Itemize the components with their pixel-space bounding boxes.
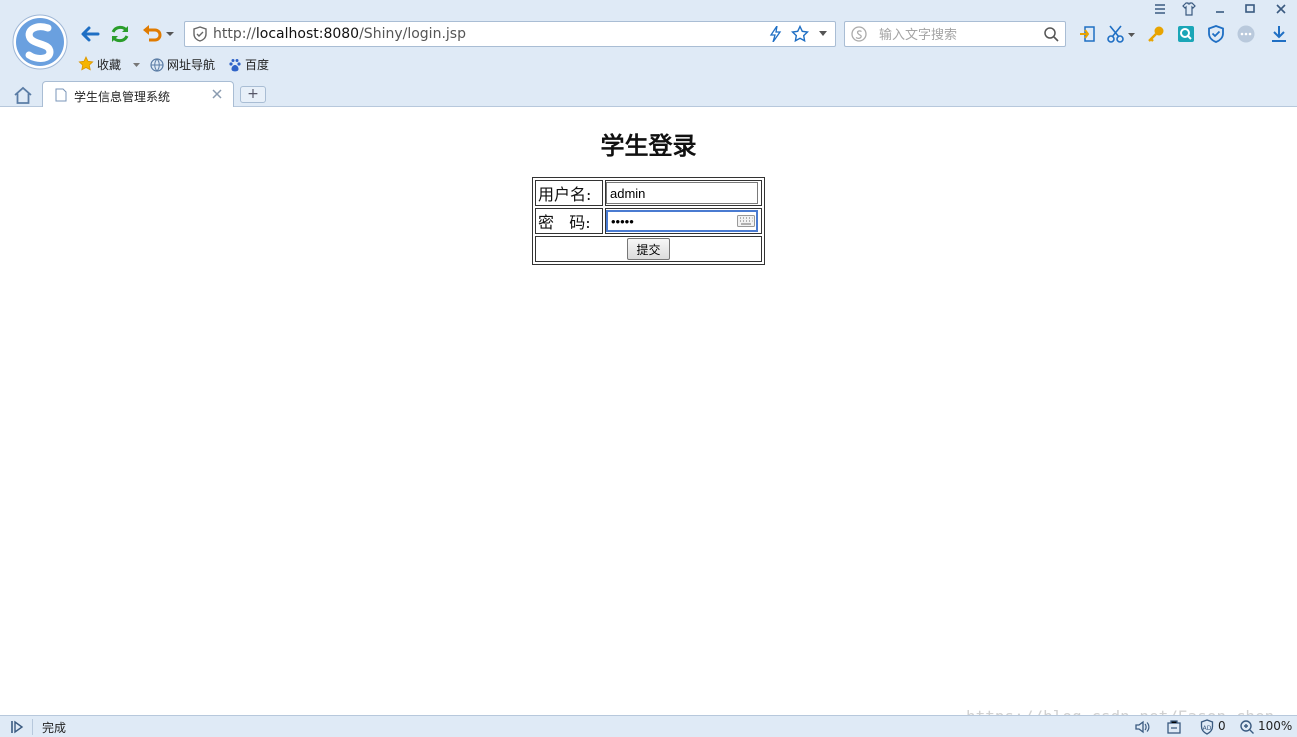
login-form-table: 用户名: 密 码: 提交 — [532, 177, 765, 265]
more-apps-icon[interactable] — [1236, 24, 1256, 44]
submit-cell: 提交 — [535, 236, 762, 262]
search-bar[interactable] — [844, 21, 1066, 47]
page-document-icon — [55, 88, 67, 102]
url-text[interactable]: http://localhost:8080/Shiny/login.jsp — [213, 26, 466, 42]
undo-close-tab-icon[interactable] — [140, 22, 164, 46]
sogou-logo-icon[interactable] — [12, 14, 68, 70]
browser-toolbar: http://localhost:8080/Shiny/login.jsp 输入… — [0, 0, 1297, 107]
search-icon[interactable] — [1043, 26, 1059, 42]
bookmark-site-nav[interactable]: 网址导航 — [150, 56, 215, 74]
bookmark-label: 收藏 — [97, 58, 122, 72]
menu-icon[interactable] — [1153, 2, 1167, 16]
url-host: localhost:8080 — [255, 26, 360, 42]
submit-row: 提交 — [535, 236, 762, 262]
screenshot-dropdown-icon[interactable] — [1127, 24, 1137, 44]
undo-dropdown-icon[interactable] — [166, 30, 174, 38]
new-tab-button[interactable]: + — [240, 86, 266, 103]
download-icon[interactable] — [1269, 24, 1289, 44]
key-icon[interactable] — [1146, 24, 1166, 44]
username-input[interactable] — [606, 182, 758, 204]
svg-text:AD: AD — [1203, 725, 1212, 732]
username-row: 用户名: — [535, 180, 762, 206]
address-bar[interactable]: http://localhost:8080/Shiny/login.jsp — [184, 21, 836, 47]
bookmark-label: 网址导航 — [167, 58, 216, 72]
security-shield-icon[interactable] — [192, 26, 208, 42]
tab-active[interactable]: 学生信息管理系统 — [42, 81, 234, 107]
ad-filter-shield-icon[interactable]: AD — [1199, 719, 1215, 735]
page-title: 学生登录 — [600, 131, 697, 160]
username-label: 用户名: — [535, 180, 603, 206]
tab-title: 学生信息管理系统 — [74, 90, 171, 104]
ad-count: 0 — [1218, 719, 1226, 733]
star-icon — [78, 56, 94, 71]
password-cell — [605, 208, 762, 234]
zoom-icon[interactable] — [1239, 719, 1255, 735]
bookmark-label: 百度 — [245, 58, 270, 72]
password-input[interactable] — [606, 210, 758, 232]
speed-mode-bolt-icon[interactable] — [769, 26, 783, 42]
security-scan-icon[interactable] — [1176, 24, 1196, 44]
zoom-level[interactable]: 100% — [1258, 719, 1292, 733]
chevron-down-icon[interactable] — [132, 61, 141, 69]
paw-icon — [229, 59, 241, 72]
screenshot-scissors-icon[interactable] — [1106, 24, 1126, 44]
divider — [32, 719, 33, 735]
bookmark-baidu[interactable]: 百度 — [228, 56, 269, 74]
maximize-icon[interactable] — [1243, 2, 1257, 16]
close-window-icon[interactable] — [1274, 2, 1288, 16]
ad-block-shield-icon[interactable] — [1206, 24, 1226, 44]
close-tab-icon[interactable] — [211, 88, 223, 100]
status-text: 完成 — [42, 721, 67, 735]
url-scheme: http:// — [213, 26, 256, 42]
search-engine-s-icon[interactable] — [851, 26, 867, 42]
address-dropdown-icon[interactable] — [819, 31, 827, 37]
keyboard-icon[interactable] — [737, 215, 755, 227]
globe-icon — [150, 58, 164, 72]
username-cell — [605, 180, 762, 206]
speaker-icon[interactable] — [1134, 719, 1150, 735]
login-sync-icon[interactable] — [1077, 24, 1097, 44]
url-path: /Shiny/login.jsp — [359, 26, 466, 42]
password-wrapper — [606, 210, 761, 232]
bookmark-favorites[interactable]: 收藏 — [78, 56, 144, 74]
home-icon[interactable] — [13, 86, 33, 104]
search-input[interactable] — [877, 25, 1031, 45]
screenshot-icon[interactable] — [1166, 719, 1182, 735]
back-arrow-icon[interactable] — [78, 22, 102, 46]
status-bar: 完成 AD 0 100% — [0, 715, 1297, 737]
skin-shirt-icon[interactable] — [1182, 2, 1196, 16]
bookmark-star-icon[interactable] — [791, 25, 809, 43]
sidebar-toggle-icon[interactable] — [10, 720, 24, 734]
refresh-icon[interactable] — [108, 22, 132, 46]
submit-button[interactable]: 提交 — [627, 238, 670, 260]
minimize-icon[interactable] — [1213, 2, 1227, 16]
password-label: 密 码: — [535, 208, 603, 234]
password-row: 密 码: — [535, 208, 762, 234]
